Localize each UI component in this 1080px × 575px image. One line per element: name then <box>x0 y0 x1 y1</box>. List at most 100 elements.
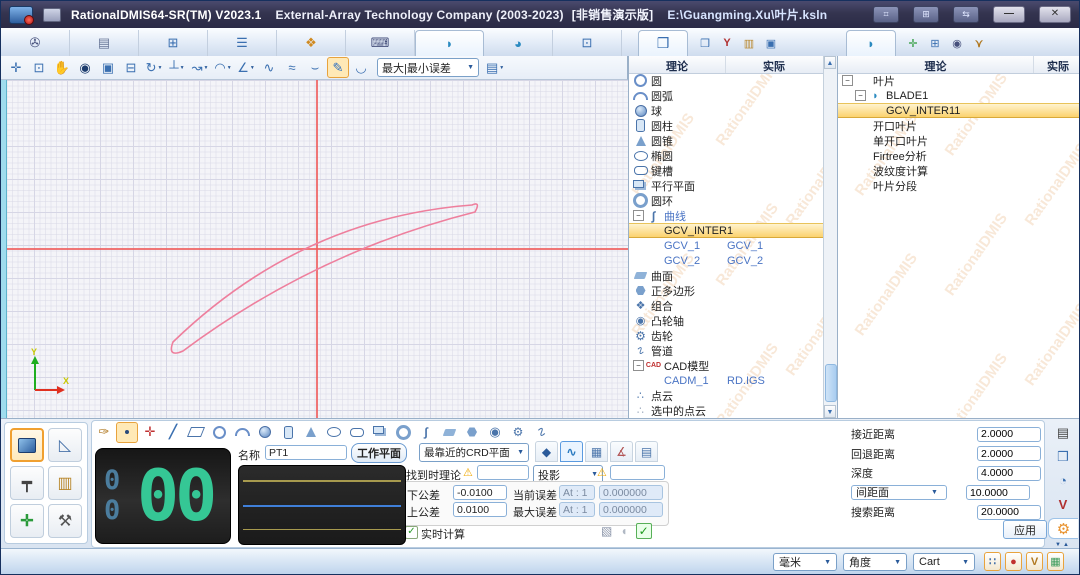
panel-button[interactable] <box>924 32 946 54</box>
theory-column-header[interactable]: 理论 <box>838 58 1033 74</box>
gauge-button[interactable] <box>968 32 990 54</box>
probe-y-button[interactable] <box>716 32 738 54</box>
sketch-pen-button[interactable]: ▼ <box>327 57 349 78</box>
slot-button[interactable]: ▼ <box>346 422 368 443</box>
table-view-button[interactable] <box>585 441 608 462</box>
zoom-window-button[interactable]: ▼ <box>28 57 50 78</box>
point-button[interactable]: ▼ <box>116 422 138 443</box>
close-button[interactable]: ✕ <box>1039 6 1071 23</box>
gauge-tools-button[interactable] <box>48 428 82 462</box>
curve-button[interactable]: ▼ <box>415 422 437 443</box>
blade-panel-tab[interactable] <box>846 30 896 56</box>
report-template-button[interactable]: ▼ <box>484 57 506 78</box>
feature-view-button[interactable] <box>535 441 558 462</box>
torus-button[interactable]: ▼ <box>392 422 414 443</box>
parallel-planes-button[interactable]: ▼ <box>369 422 391 443</box>
probe-view-button[interactable] <box>610 441 633 462</box>
cam-button[interactable]: ▼ <box>484 422 506 443</box>
v-gauge-button[interactable] <box>1026 552 1043 571</box>
tree-item[interactable]: 点云 <box>629 388 824 403</box>
render-button[interactable] <box>277 30 346 56</box>
probe-cube-button[interactable] <box>1048 446 1078 467</box>
param-input[interactable] <box>977 446 1041 461</box>
probe-ball-button[interactable] <box>1005 552 1022 571</box>
line-button[interactable]: ▼ <box>162 422 184 443</box>
view-eye-button[interactable]: ▼ <box>74 57 96 78</box>
sphere-button[interactable]: ▼ <box>254 422 276 443</box>
actual-column-header[interactable]: 实际 <box>1033 56 1080 73</box>
output-button[interactable] <box>1 30 70 56</box>
machine-button[interactable] <box>1048 422 1078 443</box>
tree-item[interactable]: CAD模型 <box>629 358 824 373</box>
probe-head-button[interactable] <box>10 466 44 500</box>
tree-item[interactable]: 椭圆 <box>629 148 824 163</box>
pipe-button[interactable]: ▼ <box>530 422 552 443</box>
minimize-button[interactable]: — <box>993 6 1025 23</box>
scan-wave-button[interactable]: ▼ <box>258 57 280 78</box>
graphics-viewport[interactable]: Y X <box>1 80 629 418</box>
hand-button[interactable]: ▼ <box>51 57 73 78</box>
param-input[interactable] <box>977 505 1041 520</box>
apply-button[interactable]: 应用 <box>1003 520 1047 539</box>
upper-tol-input[interactable] <box>453 502 507 517</box>
tree-item[interactable]: 开口叶片 <box>838 118 1080 133</box>
probe-search-button[interactable] <box>1048 470 1078 491</box>
menu-icon[interactable] <box>43 8 61 22</box>
gear-button[interactable]: ▼ <box>507 422 529 443</box>
app-icon[interactable] <box>9 6 33 24</box>
cone-button[interactable]: ▼ <box>300 422 322 443</box>
view-select-button[interactable]: ▼ <box>97 57 119 78</box>
tree-item[interactable]: 选中的点云 <box>629 403 824 418</box>
error-mode-combo[interactable]: 最大|最小误差▼ <box>377 58 479 77</box>
tree-item[interactable]: GCV_1 GCV_1 <box>629 238 824 253</box>
tree-item[interactable]: 波纹度计算 <box>838 163 1080 178</box>
probe-v-button[interactable] <box>1048 494 1078 515</box>
tree-item[interactable]: 正多边形 <box>629 283 824 298</box>
settings-button[interactable] <box>1048 518 1078 539</box>
coordinate-system-button[interactable] <box>10 504 44 538</box>
device-button[interactable] <box>346 30 415 56</box>
pan-button[interactable]: ▼ <box>5 57 27 78</box>
layout-button[interactable] <box>139 30 208 56</box>
machine-setup-button[interactable] <box>48 504 82 538</box>
tree-item[interactable]: GCV_INTER11 <box>838 103 1080 118</box>
tree-item[interactable]: 凸轮轴 <box>629 313 824 328</box>
remote-control-icon[interactable]: ⌗ <box>873 6 899 23</box>
measure-mode-button[interactable] <box>10 428 44 462</box>
tree-item[interactable]: 叶片分段 <box>838 178 1080 193</box>
probe-vector-button[interactable]: ▼ <box>189 57 211 78</box>
probe-sketch-button[interactable]: ▼ <box>93 422 115 443</box>
axes-button[interactable] <box>902 32 924 54</box>
arc-button[interactable]: ▼ <box>231 422 253 443</box>
probe-surface-button[interactable]: ▼ <box>212 57 234 78</box>
plane-button[interactable]: ▼ <box>185 422 207 443</box>
expand-toggle[interactable] <box>633 360 644 371</box>
scan-curve-button[interactable]: ▼ <box>350 57 372 78</box>
colormap-button[interactable] <box>1047 552 1064 571</box>
camera-button[interactable] <box>946 32 968 54</box>
scroll-up-icon[interactable]: ▲ <box>824 56 836 69</box>
scan-wave2-button[interactable]: ▼ <box>281 57 303 78</box>
lower-tol-input[interactable] <box>453 485 507 500</box>
found-theory-input[interactable] <box>477 465 529 480</box>
crd-plane-combo[interactable]: 最靠近的CRD平面 ▼ <box>419 443 529 462</box>
report-view-button[interactable] <box>635 441 658 462</box>
tree-item[interactable]: 圆 <box>629 73 824 88</box>
program-button[interactable] <box>70 30 139 56</box>
axes-point-button[interactable]: ▼ <box>139 422 161 443</box>
tree-item[interactable]: Firtree分析 <box>838 148 1080 163</box>
eraser-icon[interactable] <box>620 524 627 538</box>
layout-switch-icon[interactable]: ⇆ <box>953 6 979 23</box>
probe-edge-button[interactable]: ▼ <box>235 57 257 78</box>
points-button[interactable] <box>984 552 1001 571</box>
tree-item[interactable]: 球 <box>629 103 824 118</box>
tree-item[interactable]: 平行平面 <box>629 178 824 193</box>
tree-item[interactable]: GCV_2 GCV_2 <box>629 253 824 268</box>
tree-item[interactable]: 圆弧 <box>629 88 824 103</box>
tree-item[interactable]: CADM_1 RD.IGS <box>629 373 824 388</box>
scroll-thumb[interactable] <box>825 364 837 402</box>
polygon-button[interactable]: ▼ <box>461 422 483 443</box>
tree-item[interactable]: BLADE1 <box>838 88 1080 103</box>
expand-toggle[interactable] <box>633 210 644 221</box>
feature-panel-tab[interactable] <box>638 30 688 56</box>
